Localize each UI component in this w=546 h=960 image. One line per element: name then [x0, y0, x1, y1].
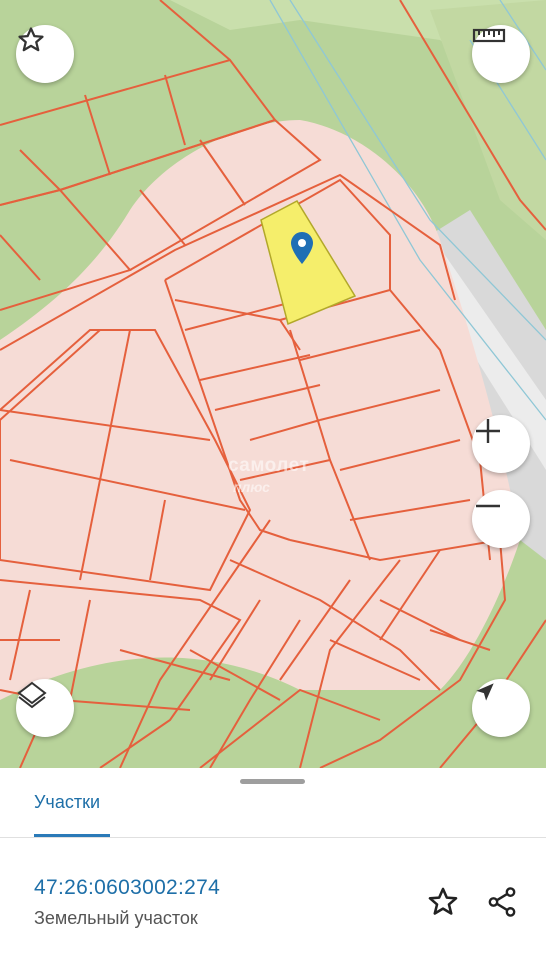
- developed-area: [0, 120, 520, 700]
- zoom-out-button[interactable]: [472, 490, 530, 548]
- tab-parcels[interactable]: Участки: [34, 792, 100, 813]
- layers-button[interactable]: [16, 679, 74, 737]
- divider: [0, 837, 546, 838]
- bottom-sheet: Участки 47:26:0603002:274 Земельный учас…: [0, 768, 546, 960]
- watermark-subtext: плюс: [233, 479, 270, 495]
- share-button[interactable]: [482, 882, 522, 922]
- ruler-icon: [472, 28, 506, 43]
- map-view[interactable]: самолет плюс: [0, 0, 546, 768]
- cadastral-number[interactable]: 47:26:0603002:274: [34, 876, 220, 900]
- favorite-map-button[interactable]: [16, 25, 74, 83]
- star-icon: [18, 27, 44, 52]
- zoom-in-button[interactable]: [472, 415, 530, 473]
- drag-handle[interactable]: [240, 779, 305, 784]
- star-outline-icon: [428, 887, 458, 915]
- my-location-button[interactable]: [472, 679, 530, 737]
- favorite-parcel-button[interactable]: [423, 882, 463, 922]
- share-icon: [488, 887, 516, 917]
- plus-icon: [476, 419, 500, 443]
- layers-icon: [17, 681, 47, 709]
- minus-icon: [476, 504, 500, 508]
- navigation-arrow-icon: [476, 683, 494, 701]
- map-canvas[interactable]: [0, 0, 546, 768]
- watermark-text: самолет: [228, 455, 310, 476]
- parcel-type: Земельный участок: [34, 908, 198, 928]
- ruler-button[interactable]: [472, 25, 530, 83]
